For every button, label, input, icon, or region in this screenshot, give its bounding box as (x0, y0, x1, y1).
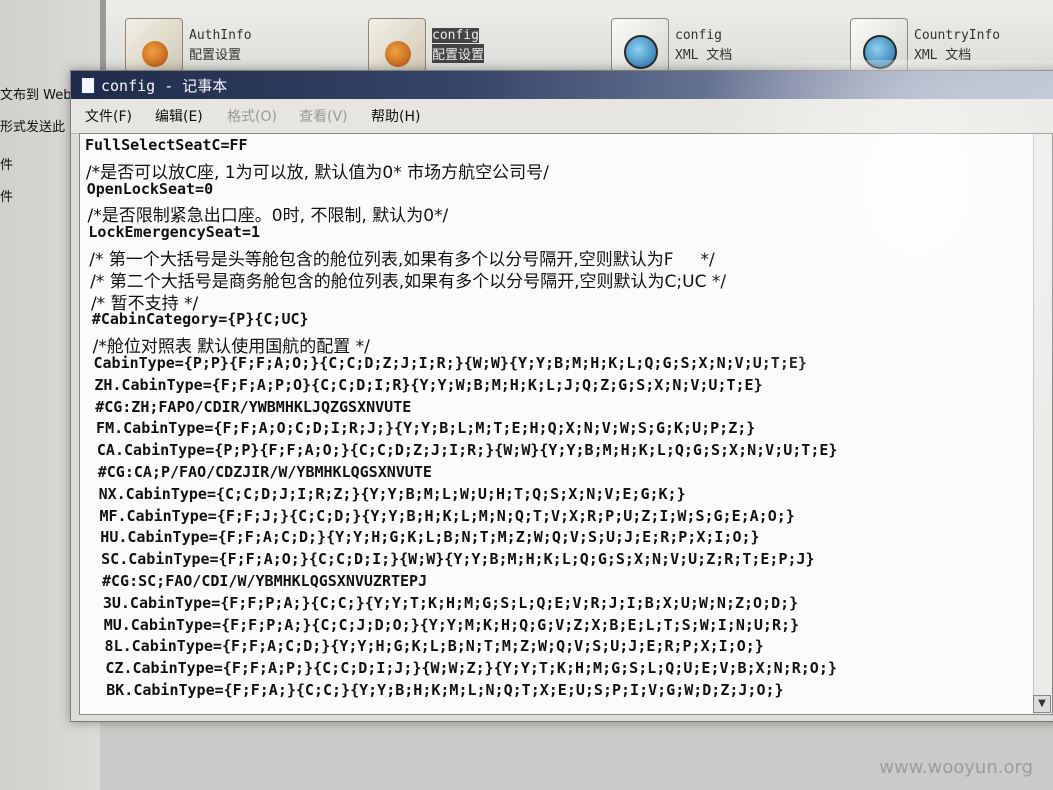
editor-line: NX.CabinType={C;C;D;J;I;R;Z;}{Y;Y;B;M;L;… (98, 484, 686, 503)
editor-line: #CG:CA;P/FAO/CDZJIR/W/YBMHKLQGSXNVUTE (97, 463, 432, 481)
watermark: www.wooyun.org (879, 757, 1033, 778)
editor-line: CZ.CabinType={F;F;A;P;}{C;C;D;I;J;}{W;W;… (105, 659, 837, 678)
editor-text[interactable]: FullSelectSeatC=FF/*是否可以放C座, 1为可以放, 默认值为… (80, 134, 1030, 714)
task-pane-item[interactable]: 件 (0, 186, 13, 205)
file-name: config (675, 28, 722, 43)
editor-line: FullSelectSeatC=FF (85, 136, 248, 154)
file-name: CountryInfo (914, 28, 1001, 43)
editor-line: MU.CabinType={F;F;P;A;}{C;C;J;D;O;}{Y;Y;… (103, 615, 800, 634)
task-pane-item[interactable]: 件 (0, 154, 13, 173)
menu-help[interactable]: 帮助(H) (371, 106, 420, 126)
menu-format[interactable]: 格式(O) (227, 106, 277, 126)
menu-edit[interactable]: 编辑(E) (155, 106, 203, 126)
menu-file[interactable]: 文件(F) (85, 106, 132, 126)
editor-line: BK.CabinType={F;F;A;}{C;C;}{Y;Y;B;H;K;M;… (106, 681, 784, 699)
task-pane-item[interactable]: 文布到 Web (0, 84, 71, 103)
menu-view[interactable]: 查看(V) (299, 106, 348, 126)
editor-line: 8L.CabinType={F;F;A;C;D;}{Y;Y;H;G;K;L;B;… (104, 637, 764, 656)
file-type: 配置设置 (432, 44, 485, 63)
task-pane-item[interactable]: 形式发送此 (0, 116, 65, 135)
editor-line: 3U.CabinType={F;F;P;A;}{C;C;}{Y;Y;T;K;H;… (102, 593, 799, 612)
editor-line: #CG:SC;FAO/CDI/W/YBMHKLQGSXNVUZRTEPJ (102, 572, 428, 590)
scroll-down-arrow-icon[interactable]: ▼ (1033, 695, 1051, 713)
editor-line: #CabinCategory={P}{C;UC} (91, 310, 309, 329)
notepad-icon[interactable] (81, 77, 95, 94)
editor-line: ZH.CabinType={F;F;A;P;O}{C;C;D;I;R}{Y;Y;… (94, 375, 763, 394)
file-type: XML 文档 (914, 48, 972, 63)
file-type: 配置设置 (189, 48, 242, 63)
file-type: XML 文档 (675, 48, 733, 63)
editor-line: HU.CabinType={F;F;A;C;D;}{Y;Y;H;G;K;L;B;… (100, 528, 760, 547)
config-file-icon (125, 18, 183, 72)
menu-bar: 文件(F) 编辑(E) 格式(O) 查看(V) 帮助(H) (71, 99, 1053, 134)
editor-line: CabinType={P;P}{F;F;A;O;}{C;C;D;Z;J;I;R;… (93, 354, 807, 372)
editor-line: MF.CabinType={F;F;J;}{C;C;D;}{Y;Y;B;H;K;… (99, 506, 795, 525)
vertical-scrollbar[interactable]: ▼ (1033, 134, 1052, 714)
editor-line: LockEmergencySeat=1 (88, 223, 260, 242)
file-name: AuthInfo (189, 28, 252, 43)
window-title: config - 记事本 (101, 77, 228, 95)
config-file-icon (368, 18, 426, 72)
xml-document-icon (850, 18, 908, 72)
notepad-window: config - 记事本 文件(F) 编辑(E) 格式(O) 查看(V) 帮助(… (70, 70, 1053, 722)
editor-line: OpenLockSeat=0 (86, 179, 214, 198)
text-editor[interactable]: FullSelectSeatC=FF/*是否可以放C座, 1为可以放, 默认值为… (79, 133, 1053, 715)
editor-line: CA.CabinType={P;P}{F;F;A;O;}{C;C;D;Z;J;I… (96, 441, 838, 460)
xml-document-icon (611, 18, 669, 72)
pane-divider (100, 0, 106, 75)
window-titlebar[interactable]: config - 记事本 (71, 71, 1053, 99)
file-name: config (432, 28, 479, 43)
editor-line: #CG:ZH;FAPO/CDIR/YWBMHKLJQZGSXNVUTE (95, 397, 412, 416)
editor-line: FM.CabinType={F;F;A;O;C;D;I;R;J;}{Y;Y;B;… (96, 419, 756, 438)
editor-line: SC.CabinType={F;F;A;O;}{C;C;D;I;}{W;W}{Y… (101, 550, 815, 569)
